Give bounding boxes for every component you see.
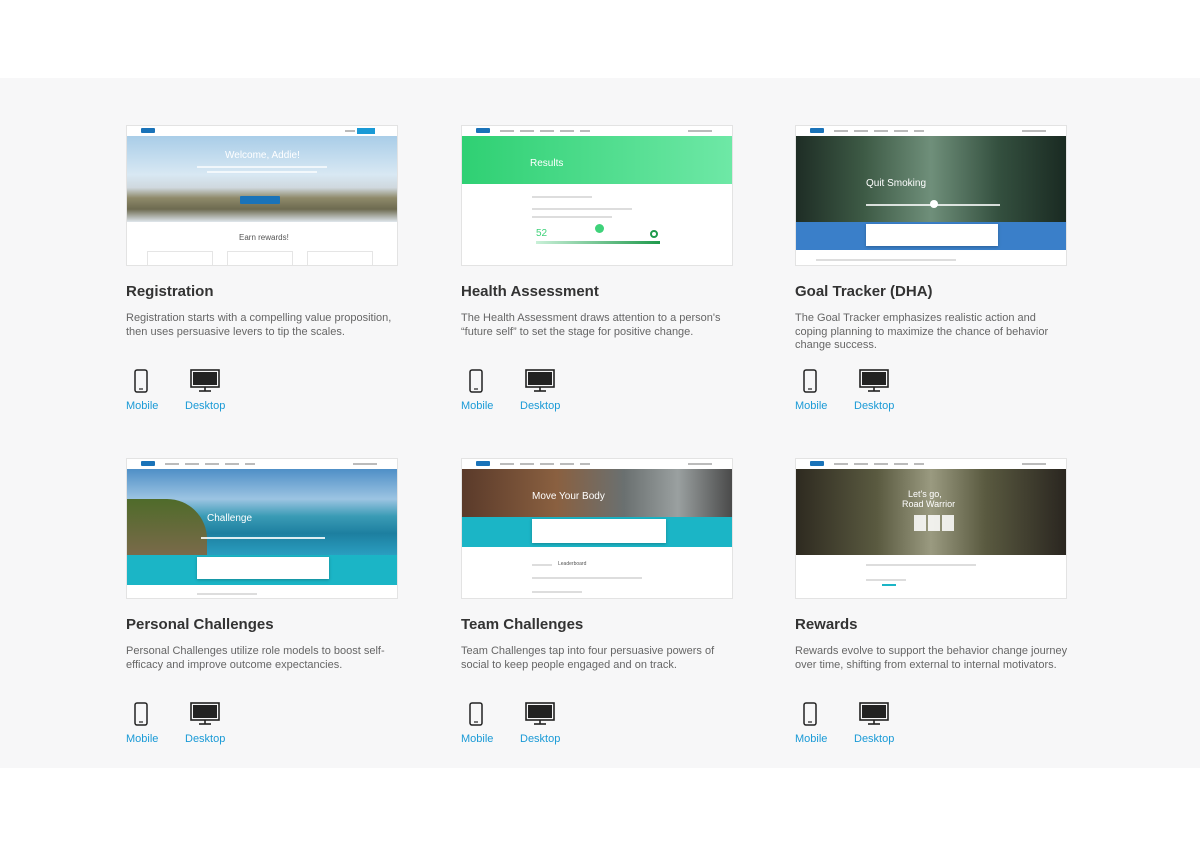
thumb-hero: Welcome, Addie! bbox=[127, 136, 397, 222]
thumb-tab: Leaderboard bbox=[558, 561, 587, 567]
desktop-icon bbox=[190, 369, 220, 392]
mobile-label[interactable]: Mobile bbox=[126, 733, 158, 745]
mobile-icon bbox=[134, 702, 148, 726]
thumb-hero-text: Let's go, bbox=[908, 489, 942, 499]
card-description: Rewards evolve to support the behavior c… bbox=[795, 645, 1068, 671]
team-challenges-thumbnail[interactable]: Move Your Body Leaderboard bbox=[461, 458, 733, 599]
desktop-label[interactable]: Desktop bbox=[854, 733, 894, 745]
thumb-hero-text-2: Road Warrior bbox=[902, 499, 956, 509]
desktop-icon bbox=[525, 369, 555, 392]
mobile-icon bbox=[134, 369, 148, 393]
thumb-hero-text: Quit Smoking bbox=[866, 178, 927, 189]
desktop-icon bbox=[525, 702, 555, 725]
thumb-sub-text: Earn rewards! bbox=[239, 233, 289, 242]
desktop-label[interactable]: Desktop bbox=[520, 400, 560, 412]
card-description: The Health Assessment draws attention to… bbox=[461, 312, 721, 338]
desktop-icon bbox=[190, 702, 220, 725]
mobile-label[interactable]: Mobile bbox=[461, 733, 493, 745]
desktop-icon bbox=[859, 369, 889, 392]
desktop-label[interactable]: Desktop bbox=[185, 400, 225, 412]
card-title: Rewards bbox=[795, 616, 858, 633]
card-title: Goal Tracker (DHA) bbox=[795, 283, 933, 300]
card-description: The Goal Tracker emphasizes realistic ac… bbox=[795, 312, 1049, 351]
thumb-hero: Move Your Body bbox=[462, 469, 732, 517]
thumb-hero: Let's go, Road Warrior bbox=[796, 469, 1066, 555]
desktop-icon bbox=[859, 702, 889, 725]
desktop-label[interactable]: Desktop bbox=[520, 733, 560, 745]
thumb-hero-text: Welcome, Addie! bbox=[225, 150, 300, 161]
thumb-score: 52 bbox=[536, 228, 548, 239]
mobile-label[interactable]: Mobile bbox=[795, 400, 827, 412]
card-title: Personal Challenges bbox=[126, 616, 274, 633]
card-description: Team Challenges tap into four persuasive… bbox=[461, 645, 715, 671]
rewards-thumbnail[interactable]: Let's go, Road Warrior bbox=[795, 458, 1067, 599]
mobile-label[interactable]: Mobile bbox=[795, 733, 827, 745]
card-description: Personal Challenges utilize role models … bbox=[126, 645, 385, 671]
thumb-hero-text: Move Your Body bbox=[532, 491, 605, 502]
goal-tracker-thumbnail[interactable]: Quit Smoking bbox=[795, 125, 1067, 266]
card-title: Registration bbox=[126, 283, 214, 300]
registration-thumbnail[interactable]: Welcome, Addie! Earn rewards! bbox=[126, 125, 398, 266]
thumb-hero-text: Challenge bbox=[207, 513, 253, 524]
mobile-icon bbox=[803, 702, 817, 726]
personal-challenges-thumbnail[interactable]: Challenge bbox=[126, 458, 398, 599]
mobile-label[interactable]: Mobile bbox=[126, 400, 158, 412]
card-description: Registration starts with a compelling va… bbox=[126, 312, 392, 338]
desktop-label[interactable]: Desktop bbox=[185, 733, 225, 745]
thumb-hero: Results bbox=[462, 136, 732, 184]
thumb-hero: Challenge bbox=[127, 469, 397, 555]
mobile-label[interactable]: Mobile bbox=[461, 400, 493, 412]
mobile-icon bbox=[469, 369, 483, 393]
desktop-label[interactable]: Desktop bbox=[854, 400, 894, 412]
mobile-icon bbox=[803, 369, 817, 393]
thumb-hero: Quit Smoking bbox=[796, 136, 1066, 222]
card-title: Health Assessment bbox=[461, 283, 599, 300]
card-title: Team Challenges bbox=[461, 616, 584, 633]
mobile-icon bbox=[469, 702, 483, 726]
health-assessment-thumbnail[interactable]: Results 52 bbox=[461, 125, 733, 266]
thumb-hero-text: Results bbox=[530, 158, 564, 169]
